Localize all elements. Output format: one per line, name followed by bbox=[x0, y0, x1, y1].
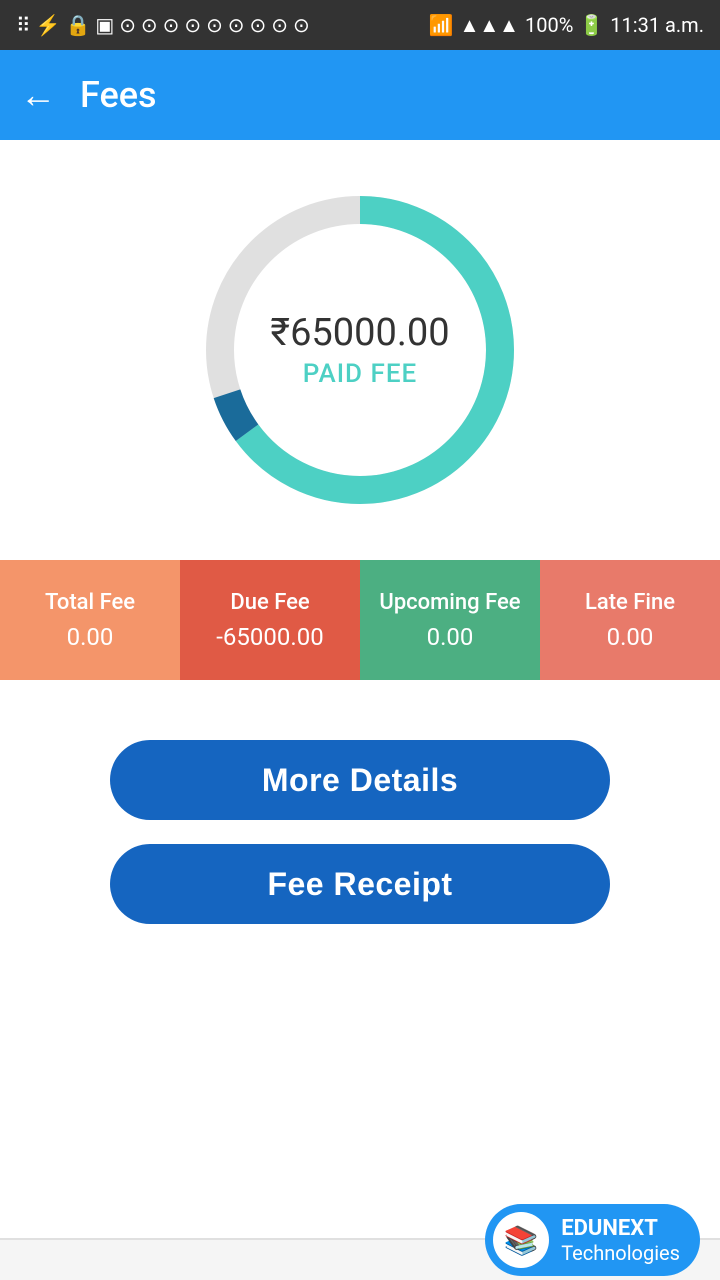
more-details-button[interactable]: More Details bbox=[110, 740, 610, 820]
app-bar: ← Fees bbox=[0, 50, 720, 140]
paid-amount: ₹65000.00 bbox=[270, 311, 449, 355]
company-badge: 📚 EDUNEXT Technologies bbox=[485, 1204, 700, 1276]
status-icons: ⠿ ⚡ 🔒 ▣ ⊙ ⊙ ⊙ ⊙ ⊙ ⊙ ⊙ ⊙ ⊙ bbox=[16, 13, 310, 37]
main-content: ₹65000.00 PAID FEE Total Fee 0.00 Due Fe… bbox=[0, 140, 720, 1240]
battery-text: 100% bbox=[525, 13, 573, 37]
donut-center: ₹65000.00 PAID FEE bbox=[270, 311, 449, 389]
company-name: EDUNEXT bbox=[561, 1216, 680, 1241]
late-fine-label: Late Fine bbox=[585, 590, 675, 615]
donut-chart: ₹65000.00 PAID FEE bbox=[190, 180, 530, 520]
status-bar: ⠿ ⚡ 🔒 ▣ ⊙ ⊙ ⊙ ⊙ ⊙ ⊙ ⊙ ⊙ ⊙ 📶 ▲▲▲ 100% 🔋 1… bbox=[0, 0, 720, 50]
late-fine-value: 0.00 bbox=[607, 623, 654, 651]
due-fee-label: Due Fee bbox=[230, 590, 309, 615]
page-title: Fees bbox=[80, 74, 157, 116]
fee-summary-row: Total Fee 0.00 Due Fee -65000.00 Upcomin… bbox=[0, 560, 720, 680]
time-text: 11:31 a.m. bbox=[610, 13, 704, 37]
back-button[interactable]: ← bbox=[20, 74, 56, 116]
upcoming-fee-label: Upcoming Fee bbox=[379, 590, 520, 615]
status-right: 📶 ▲▲▲ 100% 🔋 11:31 a.m. bbox=[429, 13, 704, 38]
company-sub: Technologies bbox=[561, 1241, 680, 1265]
due-fee-value: -65000.00 bbox=[216, 623, 323, 651]
total-fee-label: Total Fee bbox=[45, 590, 135, 615]
company-text: EDUNEXT Technologies bbox=[561, 1216, 680, 1265]
status-left: ⠿ ⚡ 🔒 ▣ ⊙ ⊙ ⊙ ⊙ ⊙ ⊙ ⊙ ⊙ ⊙ bbox=[16, 13, 310, 37]
company-icon: 📚 bbox=[493, 1212, 549, 1268]
battery-icon: 🔋 bbox=[579, 13, 604, 37]
wifi-icon: 📶 bbox=[429, 13, 454, 37]
footer: 📚 EDUNEXT Technologies bbox=[0, 1200, 720, 1280]
fee-receipt-button[interactable]: Fee Receipt bbox=[110, 844, 610, 924]
signal-icon: ▲▲▲ bbox=[460, 13, 519, 38]
fee-cell-late: Late Fine 0.00 bbox=[540, 560, 720, 680]
total-fee-value: 0.00 bbox=[67, 623, 114, 651]
fee-cell-upcoming: Upcoming Fee 0.00 bbox=[360, 560, 540, 680]
button-section: More Details Fee Receipt bbox=[0, 680, 720, 964]
fee-cell-total: Total Fee 0.00 bbox=[0, 560, 180, 680]
upcoming-fee-value: 0.00 bbox=[427, 623, 474, 651]
fee-cell-due: Due Fee -65000.00 bbox=[180, 560, 360, 680]
paid-label: PAID FEE bbox=[270, 359, 449, 389]
